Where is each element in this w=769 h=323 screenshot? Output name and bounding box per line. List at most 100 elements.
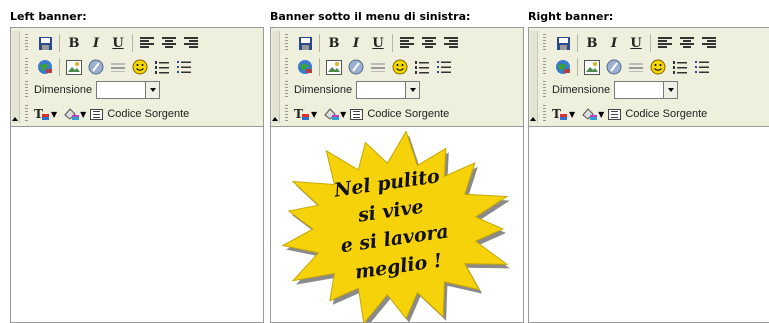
insert-link-icon[interactable]: [34, 57, 56, 77]
bold-button[interactable]: B: [63, 33, 85, 53]
italic-button[interactable]: I: [603, 33, 625, 53]
toolbar-row: T ▼ ▼ Codice Sorgente: [25, 103, 189, 125]
insert-flash-icon[interactable]: [345, 57, 367, 77]
insert-image-icon[interactable]: [63, 57, 85, 77]
toolbar-grip[interactable]: [25, 81, 28, 99]
align-center-icon[interactable]: [418, 33, 440, 53]
source-code-icon: [350, 108, 364, 120]
source-code-button[interactable]: Codice Sorgente: [90, 108, 189, 120]
save-icon[interactable]: [294, 33, 316, 53]
toolbar-grip[interactable]: [543, 58, 546, 76]
align-left-icon[interactable]: [654, 33, 676, 53]
toolbar-grip[interactable]: [25, 58, 28, 76]
font-size-label: Dimensione: [34, 84, 93, 96]
left-banner-column: Left banner: B I U Dimensione T ▼ ▼ Codi…: [10, 0, 264, 323]
editor-content-area[interactable]: [529, 127, 769, 322]
collapse-toolbar-handle[interactable]: [272, 31, 280, 123]
collapse-toolbar-handle[interactable]: [12, 31, 20, 123]
rich-text-editor: B I U Dimensione: [10, 27, 264, 323]
italic-button[interactable]: I: [85, 33, 107, 53]
insert-link-icon[interactable]: [294, 57, 316, 77]
align-right-icon[interactable]: [180, 33, 202, 53]
font-size-label: Dimensione: [294, 84, 353, 96]
source-code-label: Codice Sorgente: [367, 108, 450, 120]
collapse-toolbar-handle[interactable]: [530, 31, 538, 123]
svg-text:T: T: [34, 107, 43, 121]
source-code-button[interactable]: Codice Sorgente: [350, 108, 449, 120]
chevron-down-icon[interactable]: [145, 82, 160, 98]
smiley-icon[interactable]: [647, 57, 669, 77]
toolbar-row: B I U: [285, 32, 462, 54]
bold-button[interactable]: B: [323, 33, 345, 53]
save-icon[interactable]: [34, 33, 56, 53]
align-left-icon[interactable]: [396, 33, 418, 53]
font-size-select[interactable]: [96, 81, 161, 99]
toolbar-grip[interactable]: [543, 81, 546, 99]
toolbar-row: Dimensione: [285, 79, 421, 101]
toolbar-row: [543, 56, 713, 78]
align-center-icon[interactable]: [676, 33, 698, 53]
font-size-select[interactable]: [614, 81, 679, 99]
insert-flash-icon[interactable]: [85, 57, 107, 77]
editor-content-area[interactable]: [11, 127, 263, 322]
smiley-icon[interactable]: [389, 57, 411, 77]
numbered-list-icon[interactable]: [669, 57, 691, 77]
numbered-list-icon[interactable]: [151, 57, 173, 77]
insert-flash-icon[interactable]: [603, 57, 625, 77]
bullet-list-icon[interactable]: [691, 57, 713, 77]
middle-banner-column: Banner sotto il menu di sinistra: B I U: [270, 0, 524, 323]
background-color-button[interactable]: ▼: [581, 104, 604, 124]
align-center-icon[interactable]: [158, 33, 180, 53]
bullet-list-icon[interactable]: [173, 57, 195, 77]
toolbar-grip[interactable]: [25, 105, 28, 123]
text-color-button[interactable]: T ▼: [552, 104, 575, 124]
background-color-button[interactable]: ▼: [323, 104, 346, 124]
horizontal-rule-icon[interactable]: [625, 57, 647, 77]
source-code-label: Codice Sorgente: [107, 108, 190, 120]
text-color-button[interactable]: T ▼: [34, 104, 57, 124]
svg-text:T: T: [552, 107, 561, 121]
editor-toolbar: B I U Dimensione T ▼ ▼ Codice Sorgente: [11, 28, 263, 127]
chevron-down-icon[interactable]: [663, 82, 678, 98]
toolbar-grip[interactable]: [543, 105, 546, 123]
toolbar-grip[interactable]: [285, 81, 288, 99]
toolbar-separator: [59, 58, 60, 76]
align-right-icon[interactable]: [440, 33, 462, 53]
toolbar-separator: [319, 58, 320, 76]
text-color-button[interactable]: T ▼: [294, 104, 317, 124]
editor-toolbar: B I U Dimensione T ▼ ▼ Codice Sorgente: [271, 28, 523, 127]
smiley-icon[interactable]: [129, 57, 151, 77]
numbered-list-icon[interactable]: [411, 57, 433, 77]
bold-button[interactable]: B: [581, 33, 603, 53]
toolbar-separator: [650, 34, 651, 52]
source-code-button[interactable]: Codice Sorgente: [608, 108, 707, 120]
align-right-icon[interactable]: [698, 33, 720, 53]
insert-link-icon[interactable]: [552, 57, 574, 77]
underline-button[interactable]: U: [107, 33, 129, 53]
bullet-list-icon[interactable]: [433, 57, 455, 77]
column-title: Left banner:: [10, 10, 87, 23]
column-title: Banner sotto il menu di sinistra:: [270, 10, 471, 23]
save-icon[interactable]: [552, 33, 574, 53]
underline-button[interactable]: U: [625, 33, 647, 53]
toolbar-grip[interactable]: [25, 34, 28, 52]
toolbar-grip[interactable]: [285, 58, 288, 76]
font-size-select[interactable]: [356, 81, 421, 99]
toolbar-grip[interactable]: [543, 34, 546, 52]
banner-image[interactable]: Nel pulito si vive e si lavora meglio !: [275, 131, 511, 323]
toolbar-row: T ▼ ▼ Codice Sorgente: [285, 103, 449, 125]
toolbar-row: [285, 56, 455, 78]
align-left-icon[interactable]: [136, 33, 158, 53]
horizontal-rule-icon[interactable]: [107, 57, 129, 77]
svg-text:T: T: [294, 107, 303, 121]
toolbar-grip[interactable]: [285, 105, 288, 123]
underline-button[interactable]: U: [367, 33, 389, 53]
background-color-button[interactable]: ▼: [63, 104, 86, 124]
toolbar-grip[interactable]: [285, 34, 288, 52]
italic-button[interactable]: I: [345, 33, 367, 53]
chevron-down-icon[interactable]: [405, 82, 420, 98]
insert-image-icon[interactable]: [581, 57, 603, 77]
editor-content-area[interactable]: Nel pulito si vive e si lavora meglio !: [271, 127, 523, 323]
insert-image-icon[interactable]: [323, 57, 345, 77]
horizontal-rule-icon[interactable]: [367, 57, 389, 77]
